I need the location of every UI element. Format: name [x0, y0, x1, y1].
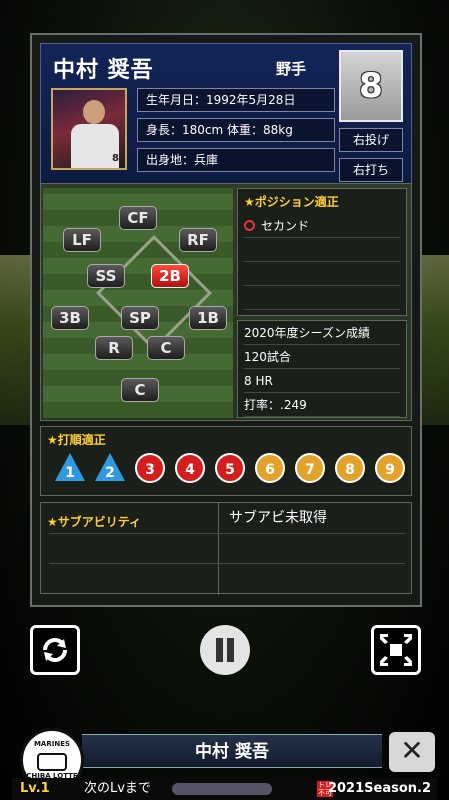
close-button[interactable]: ✕	[389, 732, 435, 772]
level-progress-bar	[172, 783, 272, 795]
season-stats-panel: 2020年度シーズン成績 120試合 8 HR 打率：.249	[237, 320, 407, 418]
season-tag: 2021Season.2	[327, 781, 431, 796]
sub-ability-left: ★サブアビリティ	[41, 503, 219, 595]
player-photo: 8	[51, 88, 127, 170]
level-row: Lv.1 次のLvまで トレ 不可 2021Season.2	[12, 778, 437, 800]
photo-number: 8	[112, 153, 119, 164]
position-c: C	[121, 378, 159, 402]
position-cf: CF	[119, 206, 157, 230]
bats: 右打ち	[339, 158, 403, 182]
sub-ability-title: ★サブアビリティ	[47, 515, 142, 529]
uniform-number: 8	[339, 50, 403, 122]
batting-order-5: 5	[215, 453, 245, 483]
player-name: 中村 奨吾	[53, 58, 154, 83]
pause-icon	[216, 638, 223, 662]
bottom-bar: 中村 奨吾 MARINES CHIBA LOTTE ✕ Lv.1 次のLvまで …	[12, 728, 437, 800]
aptitude-entry: セカンド	[244, 214, 400, 238]
batting-order-6: 6	[255, 453, 285, 483]
season-hr: 8 HR	[244, 369, 400, 393]
position-aptitude-panel: ★ポジション適正 セカンド	[237, 188, 407, 316]
sub-ability-divider	[49, 563, 405, 564]
batting-order-9: 9	[375, 453, 405, 483]
pause-button[interactable]	[200, 625, 250, 675]
season-title: 2020年度シーズン成績	[244, 321, 400, 345]
double-circle-icon	[244, 220, 255, 231]
season-games: 120試合	[244, 345, 400, 369]
photo-head	[83, 100, 105, 124]
sub-ability-divider	[49, 533, 405, 534]
season-avg: 打率：.249	[244, 393, 400, 417]
position-1b: 1B	[189, 306, 227, 330]
position-sp: SP	[121, 306, 159, 330]
batting-order-1: 1	[55, 453, 85, 483]
aptitude-entry-label: セカンド	[261, 219, 310, 233]
field-panel: CF LF RF SS 2B 3B SP 1B R C C ★ポジション適正 セ…	[40, 183, 412, 421]
birthplace: 出身地：兵庫	[137, 148, 335, 172]
position-3b: 3B	[51, 306, 89, 330]
position-c-right: C	[147, 336, 185, 360]
position-lf: LF	[63, 228, 101, 252]
position-r: R	[95, 336, 133, 360]
height-weight: 身長：180cm 体重：88kg	[137, 118, 335, 142]
batting-order-8: 8	[335, 453, 365, 483]
batting-order-4: 4	[175, 453, 205, 483]
level-label: Lv.1	[20, 781, 50, 796]
collapse-button[interactable]	[371, 625, 421, 675]
throws: 右投げ	[339, 128, 403, 152]
refresh-button[interactable]	[30, 625, 80, 675]
batting-order-2: 2	[95, 453, 125, 483]
bottom-player-name: 中村 奨吾	[82, 734, 382, 768]
player-role: 野手	[276, 60, 307, 78]
infield-diamond	[96, 235, 212, 351]
aptitude-empty-line	[244, 238, 400, 262]
position-aptitude-title: ★ポジション適正	[244, 195, 339, 209]
next-level-label: 次のLvまで	[84, 781, 151, 796]
refresh-icon	[43, 638, 67, 662]
position-ss: SS	[87, 264, 125, 288]
batting-order-7: 7	[295, 453, 325, 483]
sub-ability-status: サブアビ未取得	[229, 510, 327, 526]
player-card: 中村 奨吾 野手 8 生年月日：1992年5月28日 身長：180cm 体重：8…	[30, 33, 422, 607]
batting-order-title: ★打順適正	[47, 433, 106, 447]
collapse-icon	[380, 634, 412, 666]
sub-ability-panel: ★サブアビリティ サブアビ未取得	[40, 502, 412, 595]
batting-order-3: 3	[135, 453, 165, 483]
batting-order-panel: ★打順適正 1 2 3 4 5 6 7 8 9	[40, 426, 412, 496]
position-rf: RF	[179, 228, 217, 252]
position-2b: 2B	[151, 264, 189, 288]
baseball-field: CF LF RF SS 2B 3B SP 1B R C C	[43, 188, 233, 418]
player-header: 中村 奨吾 野手 8 生年月日：1992年5月28日 身長：180cm 体重：8…	[40, 43, 412, 203]
aptitude-empty-line	[244, 262, 400, 286]
aptitude-empty-line	[244, 286, 400, 310]
birth-date: 生年月日：1992年5月28日	[137, 88, 335, 112]
batting-order-list: 1 2 3 4 5 6 7 8 9	[55, 453, 405, 483]
